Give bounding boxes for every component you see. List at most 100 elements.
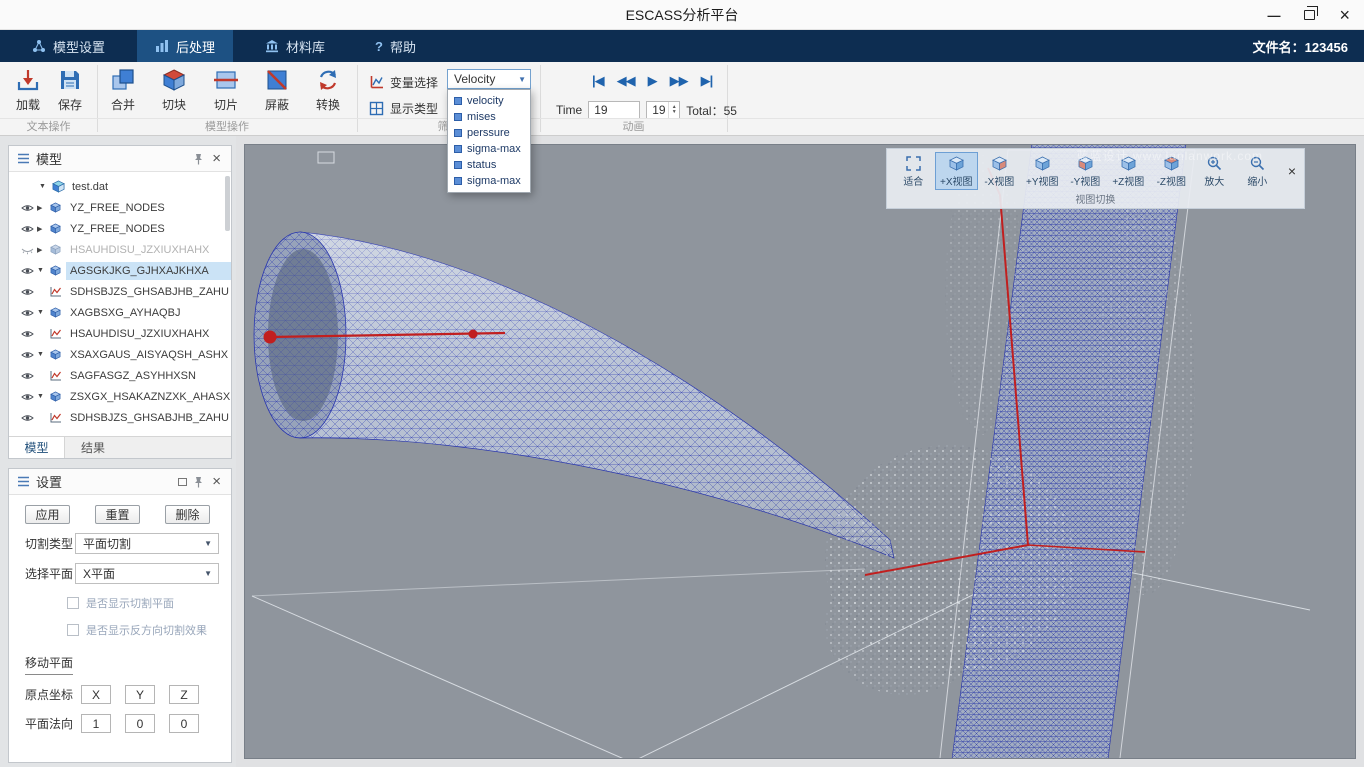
viewport-scene[interactable]: 蓝蓝设计 www.lanlanwork.com 适合 +X视图 -X视图 +Y视 xyxy=(244,144,1356,759)
tree-scrollbar[interactable] xyxy=(225,176,230,231)
reset-button[interactable]: 重置 xyxy=(95,505,140,524)
tree-item[interactable]: SAGFASGZ_ASYHHXSN xyxy=(9,365,231,386)
caret-right-icon[interactable]: ▶ xyxy=(37,204,50,212)
caret-right-icon[interactable]: ▶ xyxy=(37,246,50,254)
tree-item-label[interactable]: ZSXGX_HSAKAZNZXK_AHASX xyxy=(66,388,231,406)
stepper-arrows[interactable]: ▲ ▼ xyxy=(668,102,679,118)
restore-icon[interactable] xyxy=(178,478,187,486)
variable-select-combobox[interactable]: Velocity ▼ xyxy=(447,69,531,89)
tree-root[interactable]: ▼ test.dat xyxy=(9,176,231,197)
tree-item-label[interactable]: YZ_FREE_NODES xyxy=(66,220,231,238)
caret-down-icon[interactable]: ▼ xyxy=(37,267,50,274)
dropdown-option[interactable]: velocity xyxy=(448,93,530,109)
tree-item[interactable]: HSAUHDISU_JZXIUXHAHX xyxy=(9,323,231,344)
slice-button[interactable]: 切片 xyxy=(203,67,249,113)
caret-down-icon[interactable]: ▼ xyxy=(37,351,50,358)
maximize-button[interactable] xyxy=(1304,10,1315,20)
plane-select[interactable]: X平面 ▼ xyxy=(75,563,219,584)
visibility-eye-icon[interactable] xyxy=(21,308,37,318)
normal-x-field[interactable]: 1 xyxy=(81,714,111,733)
mask-button[interactable]: 屏蔽 xyxy=(254,67,300,113)
view-fit-button[interactable]: 适合 xyxy=(892,152,935,190)
visibility-eye-icon[interactable] xyxy=(21,266,37,276)
visibility-eye-icon[interactable] xyxy=(21,224,37,234)
skip-end-button[interactable]: ▶| xyxy=(701,73,713,89)
play-button[interactable]: ▶ xyxy=(648,73,657,89)
tree-item-label[interactable]: SDHSBJZS_GHSABJHB_ZAHU xyxy=(66,283,231,301)
skip-start-button[interactable]: |◀ xyxy=(592,73,604,89)
tree-item-label[interactable]: YZ_FREE_NODES xyxy=(66,199,231,217)
tab-help[interactable]: ? 帮助 xyxy=(357,30,434,62)
pin-icon[interactable] xyxy=(193,476,204,488)
caret-down-icon[interactable]: ▼ xyxy=(37,309,50,316)
tab-result[interactable]: 结果 xyxy=(65,437,121,458)
cut-block-button[interactable]: 切块 xyxy=(151,67,197,113)
show-cut-plane-checkbox[interactable] xyxy=(67,597,79,609)
origin-z-field[interactable]: Z xyxy=(169,685,199,704)
variable-select-row[interactable]: 变量选择 xyxy=(369,74,438,91)
display-type-row[interactable]: 显示类型 xyxy=(369,100,438,117)
tab-model[interactable]: 模型 xyxy=(9,437,65,458)
panel-close-icon[interactable]: × xyxy=(210,150,223,167)
pin-icon[interactable] xyxy=(193,153,204,165)
load-button[interactable]: 加载 xyxy=(5,67,51,113)
visibility-eye-icon[interactable] xyxy=(21,287,37,297)
view-toolbar-close-icon[interactable]: × xyxy=(1285,163,1299,179)
merge-button[interactable]: 合并 xyxy=(100,67,146,113)
tree-item[interactable]: SDHSBJZS_GHSABJHB_ZAHU xyxy=(9,407,231,428)
spin-down-icon[interactable]: ▼ xyxy=(669,110,679,115)
tree-item-label[interactable]: HSAUHDISU_JZXIUXHAHX xyxy=(66,325,231,343)
tree-item[interactable]: ▼ XAGBSXG_AYHAQBJ xyxy=(9,302,231,323)
time-input[interactable]: 19 xyxy=(588,101,640,119)
visibility-eye-icon[interactable] xyxy=(21,392,37,402)
close-button[interactable]: × xyxy=(1339,6,1350,24)
tree-item-label[interactable]: XAGBSXG_AYHAQBJ xyxy=(66,304,231,322)
caret-down-icon[interactable]: ▼ xyxy=(39,183,52,190)
step-forward-button[interactable]: ▶▶ xyxy=(670,73,688,89)
tab-material-library[interactable]: 材料库 xyxy=(247,30,343,62)
tree-item-label[interactable]: XSAXGAUS_AISYAQSH_ASHX xyxy=(66,346,231,364)
tree-item-label[interactable]: AGSGKJKG_GJHXAJKHXA xyxy=(66,262,231,280)
tree-item-label[interactable]: SDHSBJZS_GHSABJHB_ZAHU xyxy=(66,409,231,427)
tree-item-label[interactable]: SAGFASGZ_ASYHHXSN xyxy=(66,367,231,385)
tree-item[interactable]: ▶ YZ_FREE_NODES xyxy=(9,218,231,239)
origin-y-field[interactable]: Y xyxy=(125,685,155,704)
visibility-eye-icon[interactable] xyxy=(21,350,37,360)
origin-x-field[interactable]: X xyxy=(81,685,111,704)
view-plus-y-button[interactable]: +Y视图 xyxy=(1021,152,1064,190)
view-plus-x-button[interactable]: +X视图 xyxy=(935,152,978,190)
frame-stepper[interactable]: 19 ▲ ▼ xyxy=(646,101,680,119)
normal-y-field[interactable]: 0 xyxy=(125,714,155,733)
caret-down-icon[interactable]: ▼ xyxy=(37,393,50,400)
tree-item[interactable]: ▼ ZSXGX_HSAKAZNZXK_AHASX xyxy=(9,386,231,407)
tree-item[interactable]: ▼ XSAXGAUS_AISYAQSH_ASHX xyxy=(9,344,231,365)
dropdown-option[interactable]: status xyxy=(448,157,530,173)
minimize-button[interactable]: — xyxy=(1267,8,1280,23)
tree-root-label[interactable]: test.dat xyxy=(68,178,231,196)
visibility-eye-icon[interactable] xyxy=(21,203,37,213)
view-minus-x-button[interactable]: -X视图 xyxy=(978,152,1021,190)
3d-scene[interactable] xyxy=(245,145,1355,758)
tree-item[interactable]: ▼ AGSGKJKG_GJHXAJKHXA xyxy=(9,260,231,281)
visibility-eye-icon[interactable] xyxy=(21,329,37,339)
tree-item-label[interactable]: HSAUHDISU_JZXIUXHAHX xyxy=(66,241,231,259)
normal-z-field[interactable]: 0 xyxy=(169,714,199,733)
visibility-eye-closed-icon[interactable] xyxy=(21,245,37,255)
tree-item[interactable]: ▶ YZ_FREE_NODES xyxy=(9,197,231,218)
cut-type-select[interactable]: 平面切割 ▼ xyxy=(75,533,219,554)
panel-close-icon[interactable]: × xyxy=(210,473,223,490)
show-reverse-cut-checkbox[interactable] xyxy=(67,624,79,636)
dropdown-option[interactable]: sigma-max xyxy=(448,173,530,189)
dropdown-option[interactable]: sigma-max xyxy=(448,141,530,157)
dropdown-option[interactable]: perssure xyxy=(448,125,530,141)
tab-post-processing[interactable]: 后处理 xyxy=(137,30,233,62)
tree-item[interactable]: ▶ HSAUHDISU_JZXIUXHAHX xyxy=(9,239,231,260)
tree-item[interactable]: SDHSBJZS_GHSABJHB_ZAHU xyxy=(9,281,231,302)
step-back-button[interactable]: ◀◀ xyxy=(617,73,635,89)
visibility-eye-icon[interactable] xyxy=(21,371,37,381)
caret-right-icon[interactable]: ▶ xyxy=(37,225,50,233)
visibility-eye-icon[interactable] xyxy=(21,413,37,423)
dropdown-option[interactable]: mises xyxy=(448,109,530,125)
delete-button[interactable]: 删除 xyxy=(165,505,210,524)
convert-button[interactable]: 转换 xyxy=(305,67,351,113)
